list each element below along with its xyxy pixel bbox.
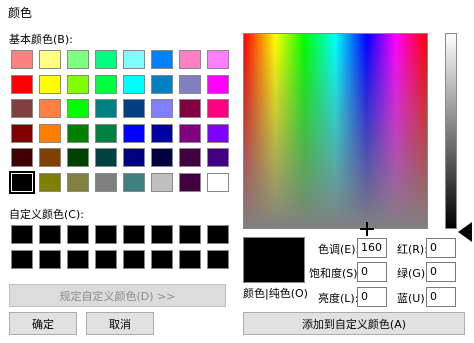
color-preview <box>243 237 305 283</box>
custom-color-swatch[interactable] <box>151 249 173 269</box>
luminance-field[interactable]: 0 <box>357 287 387 307</box>
basic-color-swatch[interactable] <box>11 123 33 143</box>
basic-color-swatch[interactable] <box>123 148 145 167</box>
custom-color-swatch[interactable] <box>39 249 61 269</box>
custom-color-swatch[interactable] <box>67 249 89 269</box>
custom-color-swatch[interactable] <box>11 225 33 244</box>
basic-color-swatch[interactable] <box>151 123 173 143</box>
basic-color-swatch[interactable] <box>39 99 61 118</box>
basic-color-swatch[interactable] <box>179 172 201 192</box>
basic-color-swatch[interactable] <box>95 50 117 69</box>
basic-color-swatch[interactable] <box>39 50 61 69</box>
crosshair-icon[interactable] <box>360 222 374 236</box>
custom-color-swatch[interactable] <box>95 249 117 269</box>
custom-color-swatch[interactable] <box>39 225 61 244</box>
basic-color-swatch[interactable] <box>67 148 89 167</box>
basic-color-swatch[interactable] <box>95 74 117 94</box>
custom-color-swatch[interactable] <box>67 225 89 244</box>
blue-field[interactable]: 0 <box>426 287 456 307</box>
custom-color-swatch[interactable] <box>179 249 201 269</box>
slider-arrow-icon[interactable] <box>458 222 472 242</box>
basic-color-swatch[interactable] <box>179 74 201 94</box>
custom-colors-label: 自定义颜色(C): <box>9 208 84 221</box>
basic-color-swatch[interactable] <box>123 172 145 192</box>
hue-label: 色调(E): <box>318 243 360 256</box>
basic-color-swatch[interactable] <box>11 99 33 118</box>
basic-color-swatch[interactable] <box>207 172 229 192</box>
basic-color-swatch[interactable] <box>207 123 229 143</box>
basic-color-swatch[interactable] <box>179 148 201 167</box>
basic-color-swatch[interactable] <box>207 99 229 118</box>
cancel-button[interactable]: 取消 <box>86 312 154 335</box>
basic-color-swatch[interactable] <box>39 74 61 94</box>
blue-label: 蓝(U): <box>397 292 429 305</box>
custom-color-swatch[interactable] <box>179 225 201 244</box>
title-bar: 颜色 <box>0 0 474 26</box>
luminance-slider[interactable] <box>445 33 457 229</box>
basic-color-swatch[interactable] <box>39 172 61 192</box>
custom-color-swatch[interactable] <box>123 249 145 269</box>
window-title: 颜色 <box>8 6 33 20</box>
basic-color-swatch[interactable] <box>179 99 201 118</box>
saturation-field[interactable]: 0 <box>357 262 387 282</box>
basic-color-swatch[interactable] <box>123 123 145 143</box>
basic-color-swatch[interactable] <box>95 148 117 167</box>
luminance-label: 亮度(L): <box>318 292 359 305</box>
basic-color-swatch[interactable] <box>179 50 201 69</box>
custom-color-swatch[interactable] <box>207 225 229 244</box>
basic-color-swatch[interactable] <box>11 50 33 69</box>
saturation-label: 饱和度(S): <box>309 267 362 280</box>
preview-label: 颜色|纯色(O) <box>243 287 308 300</box>
basic-colors-label: 基本颜色(B): <box>9 33 73 46</box>
basic-color-swatch[interactable] <box>179 123 201 143</box>
basic-color-swatch[interactable] <box>67 172 89 192</box>
red-field[interactable]: 0 <box>426 238 456 258</box>
basic-color-swatch[interactable] <box>151 50 173 69</box>
basic-color-swatch[interactable] <box>11 74 33 94</box>
green-field[interactable]: 0 <box>426 262 456 282</box>
custom-color-swatch[interactable] <box>151 225 173 244</box>
basic-color-swatch[interactable] <box>67 50 89 69</box>
basic-color-swatch[interactable] <box>11 148 33 167</box>
hue-field[interactable]: 160 <box>357 238 387 258</box>
basic-color-swatch[interactable] <box>39 123 61 143</box>
custom-color-swatch[interactable] <box>11 249 33 269</box>
basic-color-swatch[interactable] <box>123 74 145 94</box>
basic-color-swatch[interactable] <box>95 172 117 192</box>
basic-color-swatch[interactable] <box>95 123 117 143</box>
basic-color-swatch[interactable] <box>151 148 173 167</box>
basic-color-swatch[interactable] <box>123 99 145 118</box>
add-to-custom-colors-button[interactable]: 添加到自定义颜色(A) <box>243 312 465 335</box>
basic-color-swatch[interactable] <box>207 74 229 94</box>
basic-color-swatch[interactable] <box>95 99 117 118</box>
color-spectrum[interactable] <box>243 33 428 229</box>
basic-color-swatch[interactable] <box>151 172 173 192</box>
basic-color-swatch[interactable] <box>207 148 229 167</box>
basic-color-swatch[interactable] <box>151 99 173 118</box>
basic-color-swatch[interactable] <box>39 148 61 167</box>
ok-button[interactable]: 确定 <box>9 312 77 335</box>
basic-color-swatch[interactable] <box>67 99 89 118</box>
custom-color-swatch[interactable] <box>207 249 229 269</box>
basic-color-swatch[interactable] <box>67 123 89 143</box>
basic-color-swatch[interactable] <box>151 74 173 94</box>
custom-color-swatch[interactable] <box>123 225 145 244</box>
footer <box>0 338 474 343</box>
basic-color-swatch[interactable] <box>67 74 89 94</box>
custom-color-swatch[interactable] <box>95 225 117 244</box>
define-custom-colors-button[interactable]: 规定自定义颜色(D) >> <box>9 284 226 307</box>
green-label: 绿(G): <box>397 267 429 280</box>
basic-color-swatch[interactable] <box>207 50 229 69</box>
basic-color-swatch[interactable] <box>123 50 145 69</box>
red-label: 红(R): <box>397 243 428 256</box>
basic-color-swatch[interactable] <box>9 170 35 194</box>
